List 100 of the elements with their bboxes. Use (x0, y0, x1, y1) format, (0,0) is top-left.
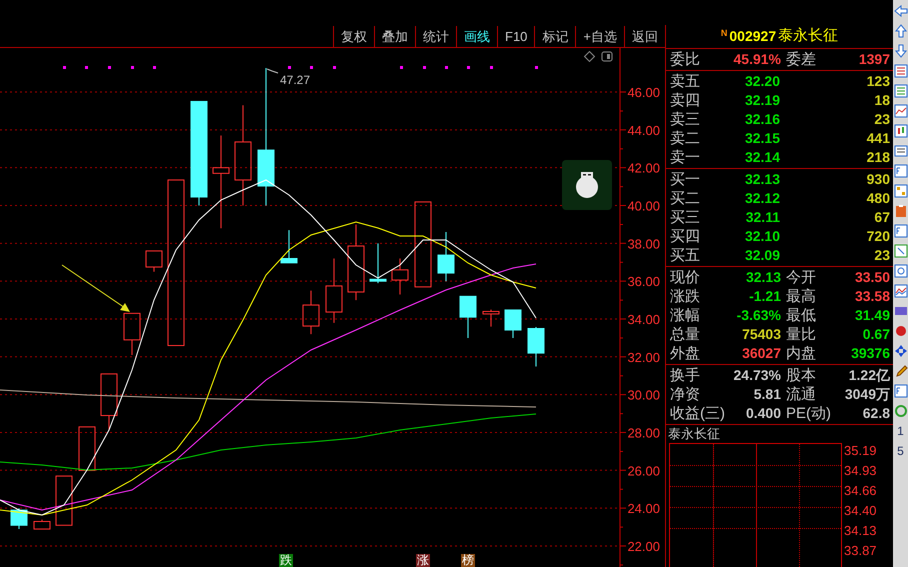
field-value: 75403 (741, 325, 781, 344)
field-value: -3.63% (736, 306, 781, 325)
field-value: 1397 (858, 50, 890, 69)
level-volume: 441 (866, 129, 890, 148)
level-label: 买二 (670, 189, 701, 208)
table-icon[interactable] (894, 84, 908, 98)
toolbar-button[interactable]: +自选 (575, 26, 624, 47)
field-label: 涨跌 (670, 287, 701, 306)
field-label: 今开 (785, 268, 817, 287)
candlestick (302, 290, 320, 335)
level-price: 32.20 (744, 72, 780, 91)
toolbar-button[interactable]: 叠加 (374, 26, 415, 47)
strip-label: 5 (897, 444, 904, 458)
toolbar-button[interactable]: 统计 (415, 26, 456, 47)
level-volume: 720 (866, 227, 890, 246)
new-listing-label: N (720, 27, 728, 40)
document-icon[interactable] (894, 244, 908, 258)
axis-label: 42.00 (627, 160, 660, 176)
candlestick (56, 476, 72, 526)
candlestick (482, 309, 500, 328)
arrow-down-icon[interactable] (894, 44, 908, 58)
candlestick (78, 426, 96, 471)
field-value: 62.8 (862, 404, 890, 423)
arrow-annotation (62, 264, 130, 312)
field-value: 0.400 (744, 404, 781, 423)
table-icon[interactable] (894, 64, 908, 78)
wave-chart-icon[interactable] (894, 284, 908, 298)
level-volume: 930 (866, 170, 890, 189)
arrow-up-icon[interactable] (894, 24, 908, 38)
toolbar-button[interactable]: 标记 (534, 26, 576, 47)
axis-label: 34.00 (627, 312, 660, 327)
stock-name: 泰永长征 (778, 26, 838, 46)
field-label: 量比 (785, 325, 817, 344)
diamond-icon (584, 50, 596, 62)
list-icon[interactable] (894, 144, 908, 158)
level-label: 买一 (670, 170, 701, 189)
axis-label: 30.00 (627, 388, 660, 403)
field-value: 1.22亿 (848, 366, 890, 385)
level-label: 卖四 (670, 91, 701, 110)
candlestick (370, 242, 386, 284)
candlestick (460, 296, 476, 338)
level-price: 32.14 (744, 148, 780, 167)
axis-label: 33.87 (844, 543, 877, 558)
level-label: 卖五 (670, 72, 701, 91)
chart-title: 泰永长征 (667, 425, 720, 443)
toolbar-button[interactable]: 画线 (456, 26, 497, 47)
candlestick (124, 312, 140, 356)
candlestick (504, 309, 522, 338)
level-price: 32.15 (744, 129, 780, 148)
price-annotation: 47.27 (280, 73, 310, 87)
candlestick (392, 258, 408, 295)
field-label: 内盘 (785, 344, 817, 363)
arrow-left-icon[interactable] (894, 4, 908, 18)
level-volume: 23 (873, 246, 890, 265)
signal-marker: 涨 (416, 554, 430, 567)
axis-label: 46.00 (627, 85, 660, 100)
field-label: 净资 (670, 385, 701, 404)
level-volume: 480 (866, 189, 890, 208)
candlestick-icon[interactable] (894, 124, 908, 138)
level-price: 32.16 (744, 110, 780, 129)
candlestick (146, 250, 162, 272)
document-icon[interactable] (894, 384, 908, 398)
field-label: 最低 (785, 306, 817, 325)
level-price: 32.12 (744, 189, 780, 208)
toolbar-button[interactable]: 复权 (333, 26, 374, 47)
axis-label: 34.40 (844, 503, 877, 518)
field-value: 24.73% (732, 366, 781, 385)
axis-label: 36.00 (627, 274, 660, 290)
field-value: 3049万 (844, 385, 890, 404)
field-value: 36027 (741, 344, 781, 363)
axis-label: 34.13 (844, 523, 877, 538)
document-icon[interactable] (894, 164, 908, 178)
level-label: 卖一 (670, 148, 701, 167)
pencil-icon[interactable] (894, 364, 908, 378)
level-volume: 18 (873, 91, 890, 110)
field-value: 31.49 (854, 306, 890, 325)
field-label: 收益(三) (670, 404, 724, 423)
field-label: 换手 (670, 366, 701, 385)
level-label: 卖三 (670, 110, 701, 129)
axis-label: 44.00 (627, 122, 660, 138)
toolbar-button[interactable]: 返回 (624, 26, 665, 47)
signal-marker: 跌 (279, 554, 293, 567)
document-icon[interactable] (894, 224, 908, 238)
floating-widget[interactable] (562, 160, 612, 210)
line-chart-icon[interactable] (894, 104, 908, 118)
level-price: 32.13 (744, 170, 780, 189)
candlestick (34, 519, 50, 530)
hierarchy-icon[interactable] (894, 184, 908, 198)
field-value: 0.67 (862, 325, 890, 344)
level-volume: 123 (866, 72, 890, 91)
toolbar-button[interactable]: F10 (497, 26, 534, 47)
level-label: 买三 (670, 208, 701, 227)
clipboard-icon[interactable] (894, 204, 908, 218)
move-arrows-icon[interactable] (894, 344, 908, 358)
level-volume: 23 (873, 110, 890, 129)
field-value: -1.21 (748, 287, 781, 306)
field-label: 股本 (785, 366, 817, 385)
level-price: 32.10 (744, 227, 780, 246)
candlestick (438, 232, 454, 282)
axis-label: 24.00 (627, 501, 660, 516)
